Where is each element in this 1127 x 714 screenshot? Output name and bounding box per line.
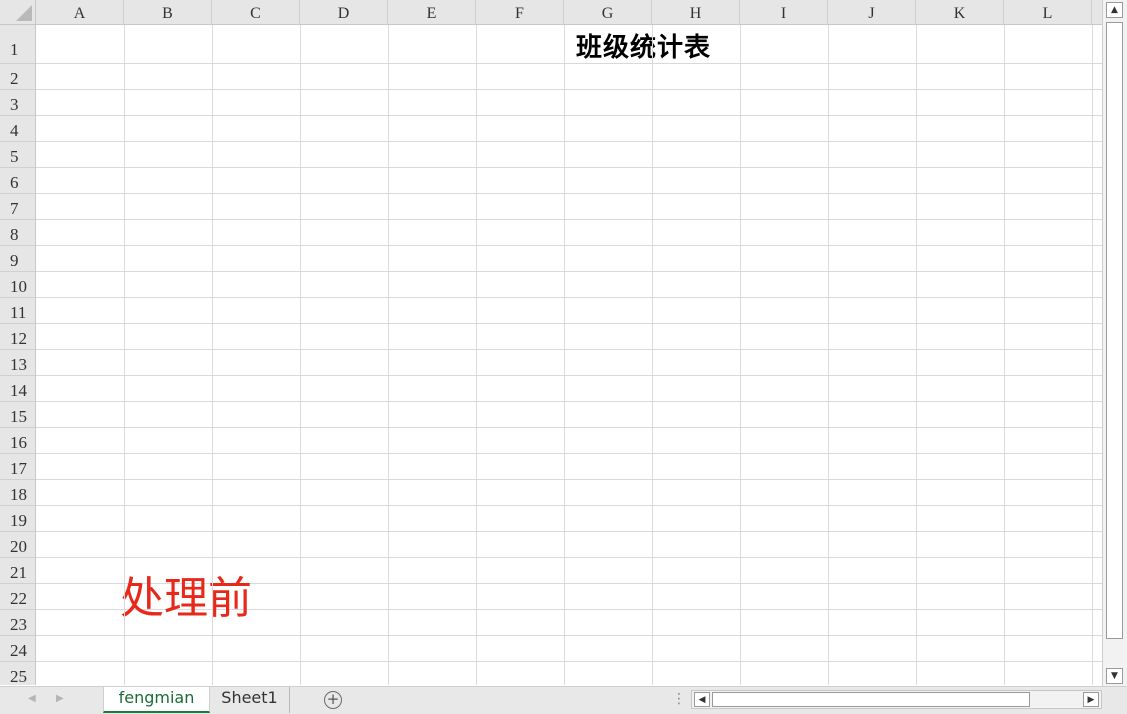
row-header-5[interactable]: 5 (0, 142, 35, 168)
row-header-15[interactable]: 15 (0, 402, 35, 428)
grid-vertical-line (740, 25, 741, 685)
row-header-2[interactable]: 2 (0, 64, 35, 90)
sheet-tab-sheet1[interactable]: Sheet1 (210, 687, 290, 713)
plus-circle-icon[interactable]: + (324, 691, 342, 709)
grid-vertical-line (652, 25, 653, 685)
row-header-6[interactable]: 6 (0, 168, 35, 194)
cell-grid[interactable]: 班级统计表 处理前 (36, 25, 1102, 685)
select-all-triangle-icon (16, 5, 32, 21)
column-header-L[interactable]: L (1004, 0, 1092, 24)
grid-horizontal-line (36, 323, 1102, 324)
grid-horizontal-line (36, 245, 1102, 246)
grid-horizontal-line (36, 635, 1102, 636)
row-header-25[interactable]: 25 (0, 662, 35, 685)
row-header-1[interactable]: 1 (0, 25, 35, 64)
row-header-24[interactable]: 24 (0, 636, 35, 662)
grid-vertical-line (828, 25, 829, 685)
row-header-19[interactable]: 19 (0, 506, 35, 532)
grid-horizontal-line (36, 401, 1102, 402)
row-header-16[interactable]: 16 (0, 428, 35, 454)
horizontal-scroll-thumb[interactable] (712, 692, 1030, 707)
grid-horizontal-line (36, 141, 1102, 142)
grid-horizontal-line (36, 375, 1102, 376)
row-header-22[interactable]: 22 (0, 584, 35, 610)
row-header-3[interactable]: 3 (0, 90, 35, 116)
row-header-12[interactable]: 12 (0, 324, 35, 350)
column-header-H[interactable]: H (652, 0, 740, 24)
cell-title-text: 班级统计表 (576, 33, 712, 63)
column-header-B[interactable]: B (124, 0, 212, 24)
row-header-21[interactable]: 21 (0, 558, 35, 584)
row-header-bar: 1 2 3 4 5 6 7 8 9 10 11 12 13 14 15 16 17 18 19 20 21 22 23 24 2… (0, 25, 36, 685)
grid-vertical-line (124, 25, 125, 685)
column-header-E[interactable]: E (388, 0, 476, 24)
row-header-18[interactable]: 18 (0, 480, 35, 506)
grid-horizontal-line (36, 193, 1102, 194)
select-all-corner[interactable] (0, 0, 36, 25)
vertical-scroll-thumb[interactable] (1106, 22, 1123, 639)
vertical-scrollbar[interactable]: ▲ ▼ (1102, 0, 1127, 686)
arrow-right-icon[interactable]: ▶ (1083, 692, 1099, 707)
grid-horizontal-line (36, 557, 1102, 558)
arrow-left-icon[interactable]: ◀ (694, 692, 710, 707)
cell-note-text: 处理前 (120, 573, 252, 624)
column-header-K[interactable]: K (916, 0, 1004, 24)
row-header-13[interactable]: 13 (0, 350, 35, 376)
row-header-7[interactable]: 7 (0, 194, 35, 220)
arrow-down-icon[interactable]: ▼ (1106, 668, 1123, 684)
column-header-bar: ABCDEFGHIJKL (36, 0, 1102, 25)
grid-vertical-line (916, 25, 917, 685)
grid-vertical-line (564, 25, 565, 685)
grid-horizontal-line (36, 89, 1102, 90)
grid-horizontal-line (36, 453, 1102, 454)
column-header-D[interactable]: D (300, 0, 388, 24)
row-header-11[interactable]: 11 (0, 298, 35, 324)
grid-horizontal-line (36, 505, 1102, 506)
grid-horizontal-line (36, 531, 1102, 532)
row-header-9[interactable]: 9 (0, 246, 35, 272)
grid-horizontal-line (36, 167, 1102, 168)
column-header-J[interactable]: J (828, 0, 916, 24)
column-header-G[interactable]: G (564, 0, 652, 24)
column-header-F[interactable]: F (476, 0, 564, 24)
grid-horizontal-line (36, 63, 1102, 64)
arrow-up-icon[interactable]: ▲ (1106, 2, 1123, 18)
grid-horizontal-line (36, 115, 1102, 116)
grid-horizontal-line (36, 427, 1102, 428)
column-header-A[interactable]: A (36, 0, 124, 24)
row-header-23[interactable]: 23 (0, 610, 35, 636)
grid-vertical-line (476, 25, 477, 685)
grid-horizontal-line (36, 271, 1102, 272)
column-header-C[interactable]: C (212, 0, 300, 24)
grid-vertical-line (388, 25, 389, 685)
grid-vertical-line (1092, 25, 1093, 685)
next-sheet-icon[interactable]: ▶ (56, 693, 64, 704)
row-header-10[interactable]: 10 (0, 272, 35, 298)
splitter-handle-icon[interactable]: ⋮ (672, 691, 686, 707)
grid-vertical-line (212, 25, 213, 685)
sheet-tab-bar: ◀ ▶ fengmian Sheet1 + ⋮ ◀ ▶ (0, 686, 1127, 714)
sheet-tab-fengmian[interactable]: fengmian (103, 687, 210, 713)
grid-horizontal-line (36, 219, 1102, 220)
row-header-14[interactable]: 14 (0, 376, 35, 402)
row-header-20[interactable]: 20 (0, 532, 35, 558)
row-header-17[interactable]: 17 (0, 454, 35, 480)
grid-vertical-line (1004, 25, 1005, 685)
column-header-I[interactable]: I (740, 0, 828, 24)
grid-horizontal-line (36, 661, 1102, 662)
prev-sheet-icon[interactable]: ◀ (28, 693, 36, 704)
grid-horizontal-line (36, 297, 1102, 298)
horizontal-scrollbar[interactable]: ◀ ▶ (691, 690, 1102, 709)
grid-horizontal-line (36, 479, 1102, 480)
grid-vertical-line (300, 25, 301, 685)
grid-horizontal-line (36, 349, 1102, 350)
row-header-4[interactable]: 4 (0, 116, 35, 142)
row-header-8[interactable]: 8 (0, 220, 35, 246)
